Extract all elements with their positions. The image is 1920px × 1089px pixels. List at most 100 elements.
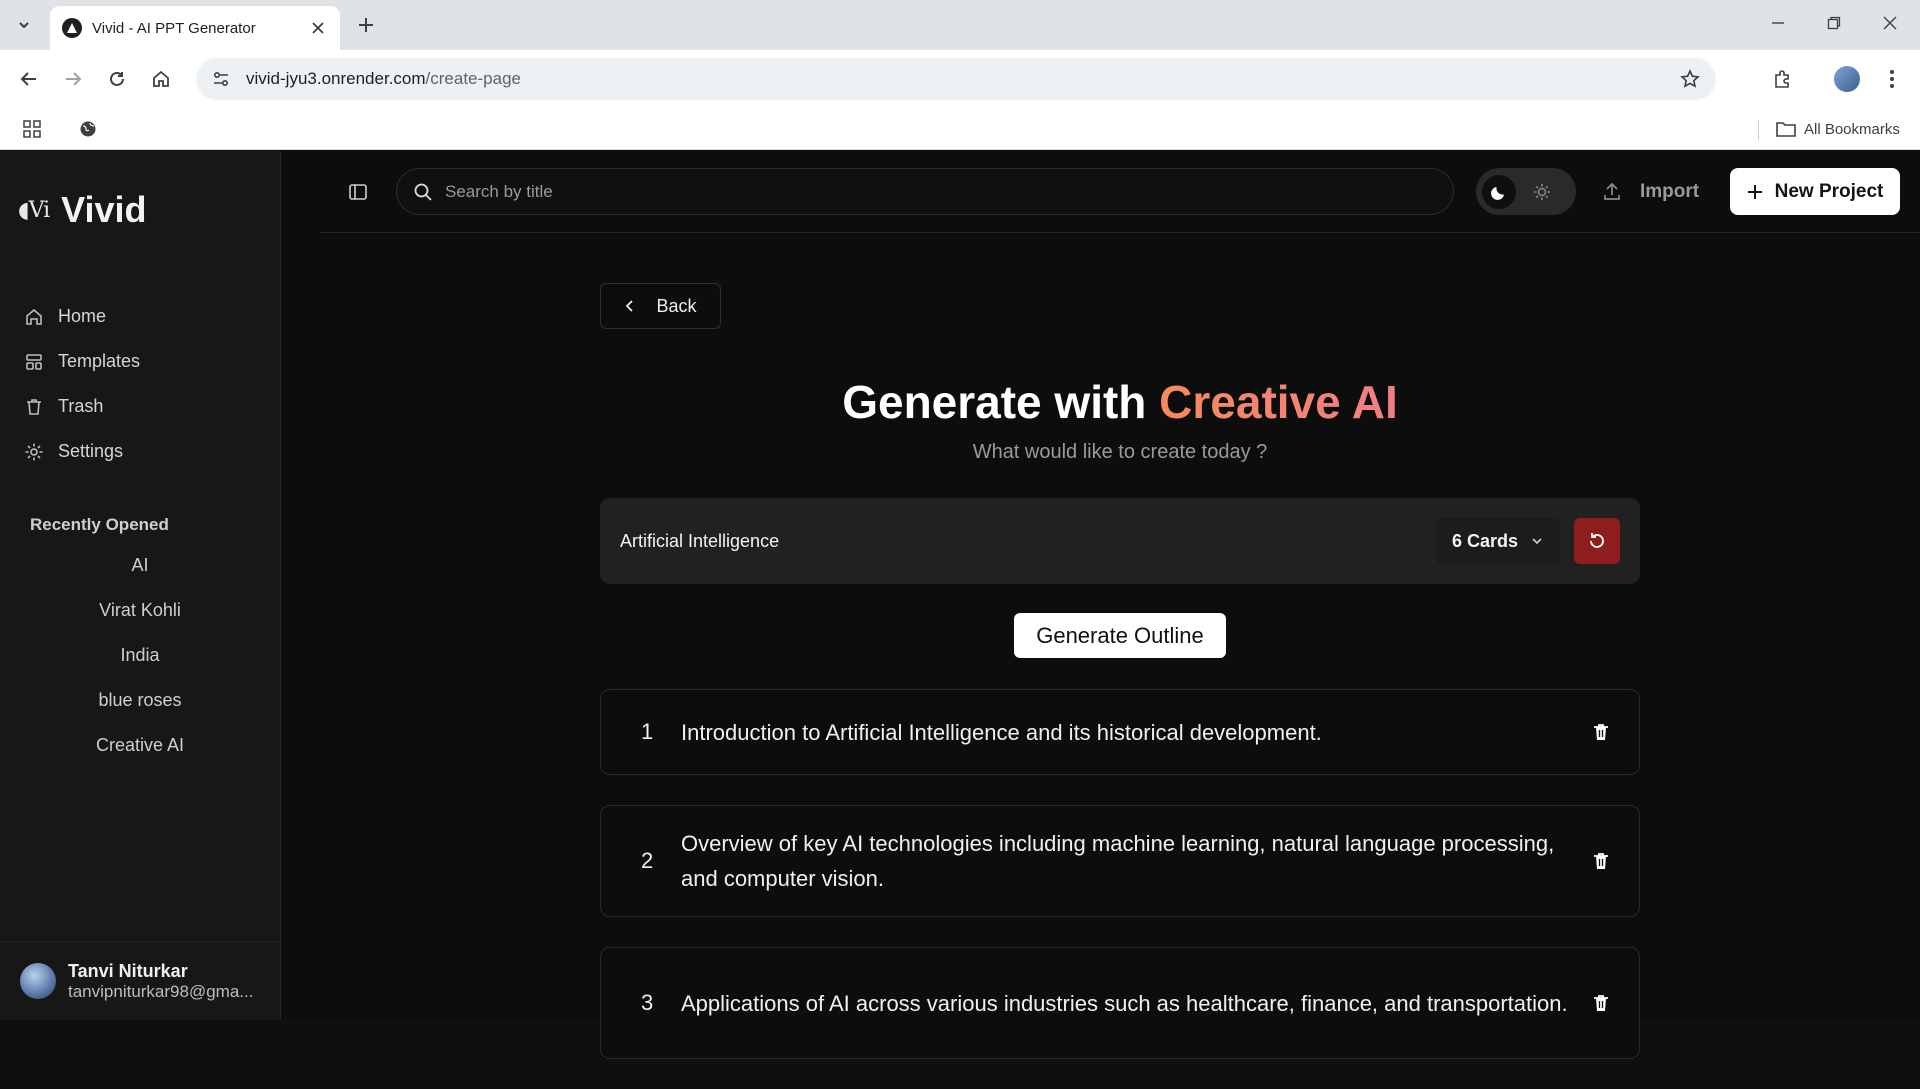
app-root: ◖Vi Vivid Home Templates Trash Settings … <box>0 151 1920 1059</box>
globe-icon[interactable] <box>76 118 100 140</box>
extensions-button[interactable] <box>1768 64 1798 94</box>
outline-text[interactable]: Applications of AI across various indust… <box>681 970 1587 1037</box>
apps-grid-icon[interactable] <box>20 118 44 140</box>
sidebar-item-templates[interactable]: Templates <box>24 339 264 384</box>
import-label: Import <box>1640 180 1700 202</box>
tab-title: Vivid - AI PPT Generator <box>92 19 256 37</box>
brand-name: Vivid <box>61 189 147 230</box>
trash-icon[interactable] <box>1587 718 1615 746</box>
all-bookmarks-button[interactable]: All Bookmarks <box>1776 118 1900 140</box>
sidebar-item-label: Home <box>58 306 107 326</box>
browser-tab-active[interactable]: Vivid - AI PPT Generator <box>50 6 340 50</box>
outline-number: 1 <box>641 719 654 744</box>
more-vertical-icon <box>1890 70 1894 88</box>
sidebar-toggle-icon[interactable] <box>346 180 370 204</box>
back-button[interactable]: Back <box>600 283 721 329</box>
close-icon[interactable] <box>308 18 328 38</box>
trash-icon[interactable] <box>1587 989 1615 1017</box>
back-label: Back <box>656 295 697 316</box>
upload-icon <box>1604 182 1620 200</box>
url-text: vivid-jyu3.onrender.com/create-page <box>246 69 1678 89</box>
user-email: tanvipniturkar98@gma... <box>68 981 254 1001</box>
generate-outline-button[interactable]: Generate Outline <box>1014 613 1226 658</box>
recent-item[interactable]: Creative AI <box>0 723 280 768</box>
sun-icon[interactable] <box>1528 178 1556 206</box>
url-host: vivid-jyu3.onrender.com <box>246 69 426 88</box>
vivid-favicon-icon <box>62 18 82 38</box>
folder-icon <box>1776 122 1796 137</box>
top-bar: Search by title Import New Project <box>320 151 1920 233</box>
more-menu-button[interactable] <box>1880 64 1904 94</box>
outline-card[interactable]: 1 Introduction to Artificial Intelligenc… <box>600 689 1640 775</box>
plus-icon <box>359 18 373 32</box>
recent-item[interactable]: Virat Kohli <box>0 588 280 633</box>
gear-icon <box>25 443 43 460</box>
outline-card[interactable]: 2 Overview of key AI technologies includ… <box>600 805 1640 917</box>
reload-button[interactable] <box>102 64 132 94</box>
rotate-ccw-icon <box>1590 533 1604 548</box>
recently-opened-list: AI Virat Kohli India blue roses Creative… <box>0 543 280 768</box>
new-project-button[interactable]: New Project <box>1730 168 1900 215</box>
brand-mark: ◖Vi <box>18 197 50 223</box>
arrow-right-icon <box>66 72 82 86</box>
recent-item[interactable]: blue roses <box>0 678 280 723</box>
avatar <box>20 963 56 999</box>
recently-opened-heading: Recently Opened <box>30 515 169 534</box>
window-close-button[interactable] <box>1868 8 1912 38</box>
bookmarks-divider <box>1758 120 1759 140</box>
plus-icon <box>1747 184 1762 199</box>
site-info-icon[interactable] <box>210 68 232 90</box>
sidebar-nav: Home Templates Trash Settings <box>24 294 264 474</box>
reload-icon <box>110 71 124 86</box>
chevron-down-icon <box>19 22 29 29</box>
recent-item[interactable]: AI <box>0 543 280 588</box>
back-nav-button[interactable] <box>14 64 44 94</box>
url-path: /create-page <box>425 69 521 88</box>
url-bar[interactable]: vivid-jyu3.onrender.com/create-page <box>196 58 1716 100</box>
arrow-left-icon <box>20 72 36 86</box>
bookmark-star-icon[interactable] <box>1678 67 1702 91</box>
theme-toggle[interactable] <box>1476 168 1576 215</box>
new-project-label: New Project <box>1774 180 1884 202</box>
new-tab-button[interactable] <box>352 12 380 38</box>
outline-text[interactable]: Overview of key AI technologies includin… <box>681 810 1587 912</box>
browser-tab-strip: Vivid - AI PPT Generator <box>0 0 1920 50</box>
page-title: Generate with Creative AI <box>600 375 1640 429</box>
card-count-value: 6 Cards <box>1451 530 1518 551</box>
outline-number: 2 <box>641 848 654 873</box>
trash-icon[interactable] <box>1587 847 1615 875</box>
outline-text[interactable]: Introduction to Artificial Intelligence … <box>681 699 1587 766</box>
minimize-button[interactable] <box>1756 8 1800 38</box>
sidebar-item-label: Settings <box>58 441 124 461</box>
profile-avatar[interactable] <box>1834 66 1860 92</box>
prompt-card: Artificial Intelligence 6 Cards <box>600 498 1640 584</box>
recent-item[interactable]: India <box>0 633 280 678</box>
user-profile[interactable]: Tanvi Niturkar tanvipniturkar98@gma... <box>0 941 280 1020</box>
home-nav-button[interactable] <box>146 64 176 94</box>
outline-card[interactable]: 3 Applications of AI across various indu… <box>600 947 1640 1059</box>
all-bookmarks-label: All Bookmarks <box>1804 120 1900 138</box>
chevron-down-icon <box>1532 538 1542 545</box>
sidebar-item-trash[interactable]: Trash <box>24 384 264 429</box>
title-prefix: Generate with <box>842 376 1160 428</box>
search-icon <box>414 183 432 201</box>
puzzle-icon <box>1775 70 1789 88</box>
tab-search-button[interactable] <box>10 12 38 38</box>
restore-button[interactable] <box>1812 8 1856 38</box>
card-count-select[interactable]: 6 Cards <box>1435 518 1560 564</box>
sidebar-item-label: Templates <box>58 351 141 371</box>
sidebar-item-settings[interactable]: Settings <box>24 429 264 474</box>
prompt-input[interactable]: Artificial Intelligence <box>620 531 1436 552</box>
reset-button[interactable] <box>1574 518 1620 564</box>
import-button[interactable]: Import <box>1602 168 1699 215</box>
brand-logo[interactable]: ◖Vi Vivid <box>18 189 147 231</box>
sidebar-item-home[interactable]: Home <box>24 294 264 339</box>
outline-number: 3 <box>641 990 654 1015</box>
page-subtitle: What would like to create today ? <box>972 441 1268 463</box>
search-input[interactable]: Search by title <box>396 168 1454 215</box>
sidebar: ◖Vi Vivid Home Templates Trash Settings … <box>0 151 281 1020</box>
address-bar-row: vivid-jyu3.onrender.com/create-page <box>0 50 1920 108</box>
chevron-left-icon <box>626 300 634 312</box>
forward-nav-button[interactable] <box>58 64 88 94</box>
moon-icon[interactable] <box>1482 174 1516 209</box>
